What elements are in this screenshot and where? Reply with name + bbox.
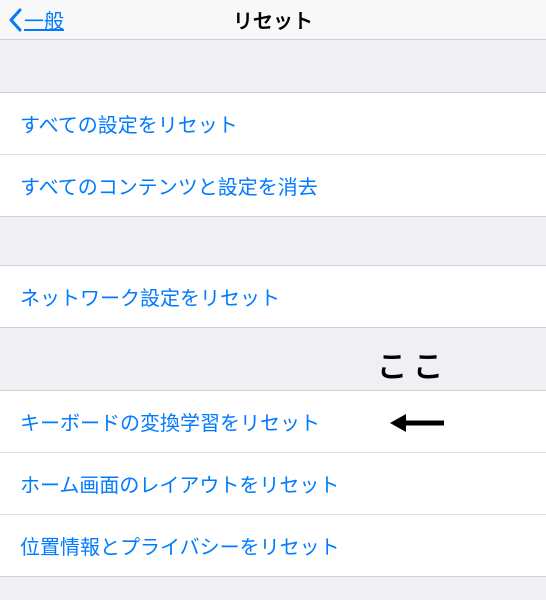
list-item-label: すべての設定をリセット — [20, 115, 238, 137]
list-group-1: すべての設定をリセット すべてのコンテンツと設定を消去 — [0, 92, 546, 217]
list-group-2: ネットワーク設定をリセット — [0, 265, 546, 328]
section-spacer — [0, 217, 546, 265]
back-label: 一般 — [24, 5, 64, 34]
list-item-label: ホーム画面のレイアウトをリセット — [20, 475, 339, 497]
list-item-label: 位置情報とプライバシーをリセット — [20, 537, 340, 559]
list-item-label: ネットワーク設定をリセット — [20, 288, 280, 310]
reset-location-and-privacy[interactable]: 位置情報とプライバシーをリセット — [0, 514, 546, 576]
reset-all-settings[interactable]: すべての設定をリセット — [0, 93, 546, 154]
reset-network-settings[interactable]: ネットワーク設定をリセット — [0, 266, 546, 327]
back-button[interactable]: 一般 — [0, 5, 64, 34]
page-title: リセット — [233, 5, 313, 34]
header: 一般 リセット — [0, 0, 546, 40]
section-spacer: ここ — [0, 328, 546, 390]
reset-keyboard-dictionary[interactable]: キーボードの変換学習をリセット — [0, 391, 546, 452]
list-item-label: すべてのコンテンツと設定を消去 — [20, 177, 318, 199]
annotation-label: ここ — [377, 342, 449, 386]
erase-all-content-and-settings[interactable]: すべてのコンテンツと設定を消去 — [0, 154, 546, 216]
chevron-left-icon — [8, 8, 22, 32]
list-group-3: キーボードの変換学習をリセット ホーム画面のレイアウトをリセット 位置情報とプラ… — [0, 390, 546, 577]
section-spacer — [0, 40, 546, 92]
list-item-label: キーボードの変換学習をリセット — [20, 413, 320, 435]
reset-home-screen-layout[interactable]: ホーム画面のレイアウトをリセット — [0, 452, 546, 514]
